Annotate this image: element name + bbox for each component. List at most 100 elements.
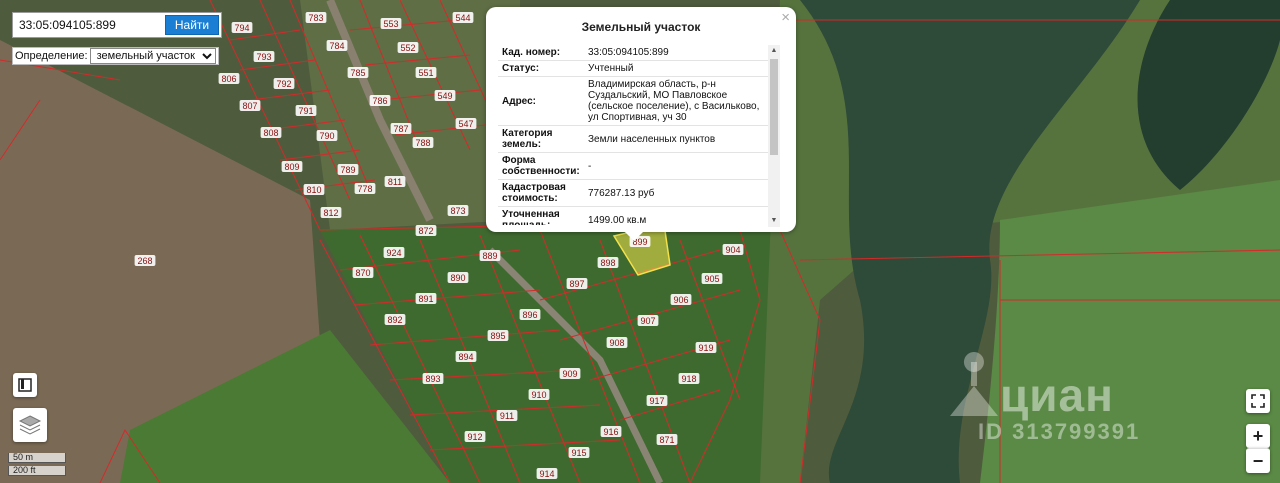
attribute-key: Кадастровая стоимость: bbox=[498, 179, 584, 207]
plot-number-label[interactable]: 786 bbox=[372, 96, 387, 106]
plot-number-label[interactable]: 811 bbox=[388, 177, 402, 187]
attribute-key: Категория земель: bbox=[498, 125, 584, 153]
plot-number-label[interactable]: 544 bbox=[455, 13, 470, 23]
frame-toggle-button[interactable] bbox=[13, 373, 37, 397]
plot-number-label[interactable]: 549 bbox=[437, 91, 452, 101]
plot-number-label[interactable]: 790 bbox=[319, 131, 334, 141]
popup-body: Кад. номер: 33:05:094105:899 Статус: Учтен… bbox=[498, 45, 768, 225]
plot-number-label[interactable]: 897 bbox=[569, 279, 584, 289]
plot-number-label[interactable]: 872 bbox=[418, 226, 433, 236]
cadastral-search-box: Найти bbox=[12, 12, 222, 38]
layers-icon bbox=[18, 415, 42, 435]
plot-number-label[interactable]: 792 bbox=[276, 79, 291, 89]
popup-scrollbar[interactable]: ▲ ▼ bbox=[768, 45, 780, 227]
plot-number-label[interactable]: 898 bbox=[600, 258, 615, 268]
plot-number-label[interactable]: 807 bbox=[242, 101, 257, 111]
plot-number-label[interactable]: 889 bbox=[482, 251, 497, 261]
plot-number-label[interactable]: 783 bbox=[308, 13, 323, 23]
find-button[interactable]: Найти bbox=[165, 15, 219, 35]
plot-number-label[interactable]: 547 bbox=[458, 119, 473, 129]
plot-number-label[interactable]: 787 bbox=[393, 124, 408, 134]
plot-number-label[interactable]: 808 bbox=[263, 128, 278, 138]
table-row: Статус: Учтенный bbox=[498, 60, 768, 77]
plot-number-label[interactable]: 908 bbox=[609, 338, 624, 348]
table-row: Уточненная площадь:1499.00 кв.м bbox=[498, 206, 768, 225]
layers-button[interactable] bbox=[13, 408, 47, 442]
cadastral-number-input[interactable] bbox=[15, 15, 165, 35]
plot-number-label[interactable]: 909 bbox=[562, 369, 577, 379]
attribute-value: 776287.13 руб bbox=[584, 179, 768, 207]
plot-number-label[interactable]: 894 bbox=[458, 352, 473, 362]
plot-number-label[interactable]: 873 bbox=[450, 206, 465, 216]
plot-number-label[interactable]: 904 bbox=[725, 245, 740, 255]
plot-number-label[interactable]: 911 bbox=[500, 411, 514, 421]
zoom-in-button[interactable]: + bbox=[1246, 424, 1270, 448]
table-row: Адрес: Владимирская область, р-н Суздальс… bbox=[498, 76, 768, 126]
definition-row: Определение: земельный участок bbox=[12, 47, 219, 65]
attribute-value: Учтенный bbox=[584, 60, 768, 77]
plot-number-label[interactable]: 892 bbox=[387, 315, 402, 325]
plot-number-label[interactable]: 915 bbox=[571, 448, 586, 458]
attribute-key: Кад. номер: bbox=[498, 45, 584, 61]
plot-number-label[interactable]: 918 bbox=[681, 374, 696, 384]
attribute-value: Владимирская область, р-н Суздальский, М… bbox=[584, 76, 768, 126]
plot-number-label[interactable]: 789 bbox=[340, 165, 355, 175]
plot-number-label[interactable]: 912 bbox=[467, 432, 482, 442]
plot-number-label[interactable]: 553 bbox=[383, 19, 398, 29]
zoom-out-button[interactable]: − bbox=[1246, 448, 1270, 473]
attribute-value: Земли населенных пунктов bbox=[584, 125, 768, 153]
scroll-up-arrow-icon[interactable]: ▲ bbox=[768, 45, 780, 57]
plot-number-label[interactable]: 891 bbox=[418, 294, 433, 304]
parcel-attributes-table: Кад. номер: 33:05:094105:899 Статус: Учтен… bbox=[498, 45, 768, 225]
attribute-value: 33:05:094105:899 bbox=[584, 45, 768, 61]
attribute-value: 1499.00 кв.м bbox=[584, 206, 768, 225]
attribute-key: Адрес: bbox=[498, 76, 584, 126]
plot-number-label[interactable]: 806 bbox=[221, 74, 236, 84]
table-row: Форма собственности: - bbox=[498, 152, 768, 180]
attribute-key: Статус: bbox=[498, 60, 584, 77]
table-row: Кад. номер: 33:05:094105:899 bbox=[498, 45, 768, 61]
plot-number-label[interactable]: 914 bbox=[539, 469, 554, 479]
plot-number-label[interactable]: 812 bbox=[323, 208, 338, 218]
plot-number-label[interactable]: 552 bbox=[400, 43, 415, 53]
plot-number-label[interactable]: 784 bbox=[329, 41, 344, 51]
plot-number-label[interactable]: 905 bbox=[704, 274, 719, 284]
plot-number-label[interactable]: 917 bbox=[649, 396, 664, 406]
plot-number-label[interactable]: 809 bbox=[284, 162, 299, 172]
plot-number-label[interactable]: 871 bbox=[659, 435, 674, 445]
plot-number-label[interactable]: 896 bbox=[522, 310, 537, 320]
plot-number-label[interactable]: 890 bbox=[450, 273, 465, 283]
popup-pointer bbox=[624, 231, 644, 241]
plot-number-label[interactable]: 870 bbox=[355, 268, 370, 278]
plot-number-label[interactable]: 794 bbox=[234, 23, 249, 33]
definition-select[interactable]: земельный участок bbox=[89, 48, 216, 64]
plot-number-label[interactable]: 793 bbox=[256, 52, 271, 62]
plot-number-label[interactable]: 895 bbox=[490, 331, 505, 341]
plot-number-label[interactable]: 810 bbox=[306, 185, 321, 195]
plot-number-label[interactable]: 893 bbox=[425, 374, 440, 384]
plot-number-label[interactable]: 906 bbox=[673, 295, 688, 305]
scale-bar-metric: 50 m bbox=[8, 453, 66, 463]
plot-number-label[interactable]: 919 bbox=[698, 343, 713, 353]
attribute-key: Форма собственности: bbox=[498, 152, 584, 180]
plot-number-label[interactable]: 551 bbox=[418, 68, 433, 78]
scroll-thumb[interactable] bbox=[770, 59, 778, 155]
plot-number-label[interactable]: 791 bbox=[298, 106, 313, 116]
plot-number-label[interactable]: 778 bbox=[357, 184, 372, 194]
plot-number-label[interactable]: 907 bbox=[640, 316, 655, 326]
watermark-brand: циан bbox=[1000, 369, 1114, 421]
fullscreen-icon bbox=[1251, 394, 1265, 408]
attribute-value: - bbox=[584, 152, 768, 180]
attribute-key: Уточненная площадь: bbox=[498, 206, 584, 225]
scroll-down-arrow-icon[interactable]: ▼ bbox=[768, 215, 780, 227]
plot-number-label[interactable]: 910 bbox=[531, 390, 546, 400]
watermark-id: ID 313799391 bbox=[978, 419, 1141, 444]
plot-number-label[interactable]: 924 bbox=[386, 248, 401, 258]
fullscreen-button[interactable] bbox=[1246, 389, 1270, 413]
plot-number-label[interactable]: 788 bbox=[415, 138, 430, 148]
table-row: Кадастровая стоимость: 776287.13 руб bbox=[498, 179, 768, 207]
plot-number-label[interactable]: 268 bbox=[137, 256, 152, 266]
plot-number-label[interactable]: 785 bbox=[350, 68, 365, 78]
table-row: Категория земель: Земли населенных пункто… bbox=[498, 125, 768, 153]
plot-number-label[interactable]: 916 bbox=[603, 427, 618, 437]
